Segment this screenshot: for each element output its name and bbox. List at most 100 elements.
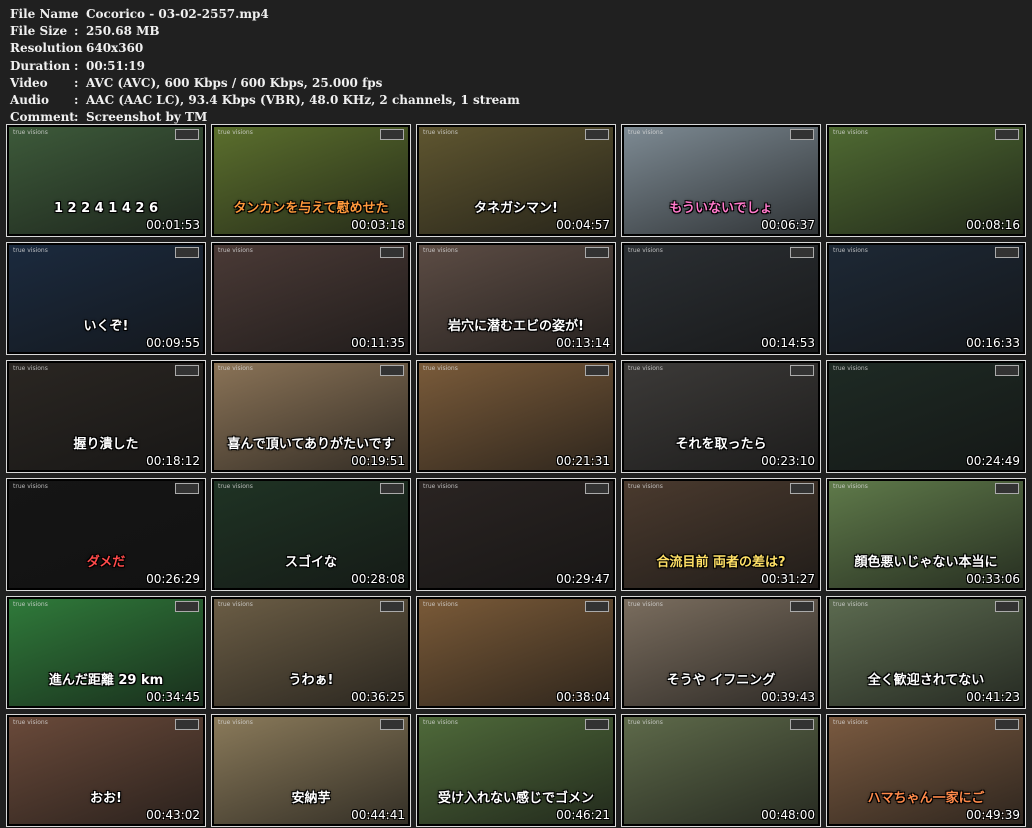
channel-brand: true visions — [628, 365, 663, 372]
channel-brand: true visions — [13, 129, 48, 136]
timestamp: 00:39:43 — [761, 690, 815, 704]
video-thumbnail: true visions 00:08:16 — [826, 124, 1026, 237]
video-thumbnail: true visions 進んだ距離 29 km 00:34:45 — [6, 596, 206, 709]
subtitle-caption: いくぞ! — [83, 319, 129, 334]
channel-brand: true visions — [423, 247, 458, 254]
thumbnail-frame: true visions スゴイな 00:28:08 — [214, 481, 408, 588]
timestamp: 00:43:02 — [146, 808, 200, 822]
file-info-header: File Name : Cocorico - 03-02-2557.mp4 Fi… — [10, 6, 520, 126]
timestamp: 00:23:10 — [761, 454, 815, 468]
timestamp: 00:16:33 — [966, 336, 1020, 350]
info-label: File Name — [10, 7, 79, 21]
thumbnail-frame: true visions そうや イフニング 00:39:43 — [624, 599, 818, 706]
video-thumbnail: true visions 00:14:53 — [621, 242, 821, 355]
thumbnail-frame: true visions 00:48:00 — [624, 717, 818, 824]
info-value: 00:51:19 — [86, 58, 145, 73]
channel-brand: true visions — [218, 365, 253, 372]
thumbnail-frame: true visions 喜んで頂いてありがたいです 00:19:51 — [214, 363, 408, 470]
video-thumbnail: true visions 00:16:33 — [826, 242, 1026, 355]
info-row-audio: Audio : AAC (AAC LC), 93.4 Kbps (VBR), 4… — [10, 92, 520, 109]
channel-logo-icon — [995, 719, 1019, 730]
channel-logo-icon — [380, 601, 404, 612]
info-value: AAC (AAC LC), 93.4 Kbps (VBR), 48.0 KHz,… — [86, 93, 520, 108]
info-colon: : — [74, 58, 79, 73]
thumbnail-frame: true visions タネガシマン! 00:04:57 — [419, 127, 613, 234]
channel-brand: true visions — [833, 719, 868, 726]
info-colon: : — [74, 93, 79, 108]
subtitle-caption: 全く歓迎されてない — [867, 673, 985, 688]
timestamp: 00:08:16 — [966, 218, 1020, 232]
info-label: Resolution — [10, 41, 83, 56]
video-thumbnail: true visions 00:48:00 — [621, 714, 821, 827]
channel-logo-icon — [380, 247, 404, 258]
timestamp: 00:44:41 — [351, 808, 405, 822]
channel-brand: true visions — [833, 129, 868, 136]
video-thumbnail: true visions タンカンを与えて慰めせた 00:03:18 — [211, 124, 411, 237]
thumbnail-grid: true visions 1 2 2 4 1 4 2 6 00:01:53 true … — [6, 124, 1026, 827]
channel-brand: true visions — [13, 365, 48, 372]
timestamp: 00:13:14 — [556, 336, 610, 350]
channel-brand: true visions — [13, 247, 48, 254]
channel-brand: true visions — [218, 601, 253, 608]
info-colon: : — [74, 24, 79, 39]
subtitle-caption: そうや イフニング — [666, 673, 776, 688]
video-thumbnail: true visions 00:21:31 — [416, 360, 616, 473]
thumbnail-frame: true visions 00:29:47 — [419, 481, 613, 588]
video-thumbnail: true visions 全く歓迎されてない 00:41:23 — [826, 596, 1026, 709]
channel-logo-icon — [790, 601, 814, 612]
video-thumbnail: true visions ハマちゃん一家にご 00:49:39 — [826, 714, 1026, 827]
channel-logo-icon — [995, 365, 1019, 376]
channel-logo-icon — [380, 483, 404, 494]
timestamp: 00:11:35 — [351, 336, 405, 350]
video-thumbnail: true visions 顔色悪いじゃない本当に 00:33:06 — [826, 478, 1026, 591]
timestamp: 00:14:53 — [761, 336, 815, 350]
info-value: Cocorico - 03-02-2557.mp4 — [86, 7, 269, 21]
subtitle-caption: 顔色悪いじゃない本当に — [854, 555, 998, 570]
channel-brand: true visions — [833, 483, 868, 490]
channel-brand: true visions — [628, 601, 663, 608]
thumbnail-frame: true visions 全く歓迎されてない 00:41:23 — [829, 599, 1023, 706]
thumbnail-frame: true visions 進んだ距離 29 km 00:34:45 — [9, 599, 203, 706]
info-label: Duration — [10, 58, 71, 73]
channel-brand: true visions — [833, 601, 868, 608]
video-thumbnail: true visions タネガシマン! 00:04:57 — [416, 124, 616, 237]
subtitle-caption: うわぁ! — [288, 673, 334, 688]
thumbnail-frame: true visions それを取ったら 00:23:10 — [624, 363, 818, 470]
subtitle-caption: 握り潰した — [73, 437, 139, 452]
subtitle-caption: 1 2 2 4 1 4 2 6 — [53, 201, 159, 216]
video-thumbnail: true visions 握り潰した 00:18:12 — [6, 360, 206, 473]
thumbnail-frame: true visions 握り潰した 00:18:12 — [9, 363, 203, 470]
channel-brand: true visions — [423, 719, 458, 726]
subtitle-caption: 安納芋 — [291, 791, 331, 806]
timestamp: 00:29:47 — [556, 572, 610, 586]
thumbnail-frame: true visions 1 2 2 4 1 4 2 6 00:01:53 — [9, 127, 203, 234]
channel-logo-icon — [585, 365, 609, 376]
thumbnail-frame: true visions いくぞ! 00:09:55 — [9, 245, 203, 352]
info-colon: : — [74, 41, 79, 56]
video-thumbnail: true visions もういないでしょ 00:06:37 — [621, 124, 821, 237]
info-label: File Size — [10, 24, 68, 39]
channel-logo-icon — [175, 719, 199, 730]
timestamp: 00:46:21 — [556, 808, 610, 822]
channel-logo-icon — [790, 247, 814, 258]
thumbnail-frame: true visions 00:24:49 — [829, 363, 1023, 470]
channel-logo-icon — [790, 365, 814, 376]
channel-brand: true visions — [218, 247, 253, 254]
channel-logo-icon — [175, 601, 199, 612]
channel-logo-icon — [175, 129, 199, 140]
channel-brand: true visions — [628, 719, 663, 726]
video-thumbnail: true visions 00:24:49 — [826, 360, 1026, 473]
channel-logo-icon — [585, 719, 609, 730]
video-thumbnail: true visions スゴイな 00:28:08 — [211, 478, 411, 591]
channel-logo-icon — [995, 129, 1019, 140]
thumbnail-frame: true visions おお! 00:43:02 — [9, 717, 203, 824]
video-thumbnail: true visions うわぁ! 00:36:25 — [211, 596, 411, 709]
info-row-file-size: File Size : 250.68 MB — [10, 23, 520, 40]
channel-brand: true visions — [628, 483, 663, 490]
timestamp: 00:03:18 — [351, 218, 405, 232]
info-colon: : — [74, 75, 79, 90]
channel-logo-icon — [995, 247, 1019, 258]
video-thumbnail: true visions 安納芋 00:44:41 — [211, 714, 411, 827]
channel-logo-icon — [790, 719, 814, 730]
subtitle-caption: もういないでしょ — [669, 201, 773, 216]
